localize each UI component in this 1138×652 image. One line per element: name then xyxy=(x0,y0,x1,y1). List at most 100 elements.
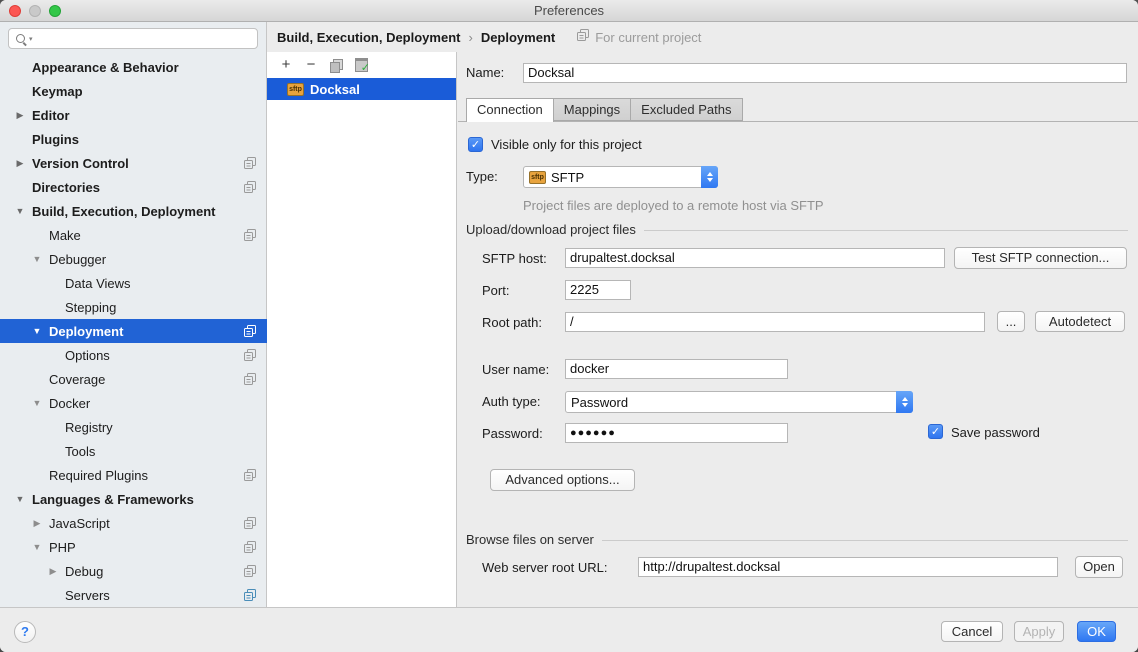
chevron-right-icon[interactable]: ▶ xyxy=(12,110,28,121)
root-path-input[interactable]: / xyxy=(565,312,985,332)
advanced-options-button[interactable]: Advanced options... xyxy=(490,469,635,491)
for-current-project-label: For current project xyxy=(577,29,701,45)
sidebar-item-label: Required Plugins xyxy=(49,468,148,483)
type-select[interactable]: sftp SFTP xyxy=(523,166,718,188)
search-options-chevron-icon[interactable]: ▾ xyxy=(29,35,33,43)
save-password-checkbox[interactable]: ✓ xyxy=(928,424,943,439)
cancel-button[interactable]: Cancel xyxy=(941,621,1003,642)
upload-download-section-header: Upload/download project files xyxy=(466,222,1128,237)
ok-button[interactable]: OK xyxy=(1077,621,1116,642)
tab-excluded-paths[interactable]: Excluded Paths xyxy=(631,98,742,121)
help-button[interactable]: ? xyxy=(14,621,36,643)
chevron-down-icon[interactable]: ▼ xyxy=(12,494,28,504)
select-stepper-icon[interactable] xyxy=(701,166,718,188)
tab-mappings[interactable]: Mappings xyxy=(554,98,631,121)
web-server-root-url-label: Web server root URL: xyxy=(482,558,607,578)
chevron-down-icon[interactable]: ▼ xyxy=(29,326,45,336)
type-hint: Project files are deployed to a remote h… xyxy=(523,198,824,213)
sidebar-item-registry[interactable]: Registry xyxy=(0,415,267,439)
sidebar-item-options[interactable]: Options xyxy=(0,343,267,367)
search-input[interactable]: ▾ xyxy=(8,28,258,49)
sidebar-item-keymap[interactable]: Keymap xyxy=(0,79,267,103)
list-item-docksal[interactable]: sftpDocksal xyxy=(267,78,456,100)
save-password-label: Save password xyxy=(951,423,1040,443)
sidebar-item-label: PHP xyxy=(49,540,76,555)
breadcrumb-separator-icon: › xyxy=(468,30,472,45)
sftp-icon: sftp xyxy=(287,83,304,96)
sidebar-item-label: Debug xyxy=(65,564,103,579)
sidebar-item-languages-frameworks[interactable]: ▼ Languages & Frameworks xyxy=(0,487,267,511)
sidebar-item-label: Languages & Frameworks xyxy=(32,492,194,507)
add-button[interactable]: + xyxy=(279,58,293,72)
chevron-down-icon[interactable]: ▼ xyxy=(12,206,28,216)
sidebar-item-debugger[interactable]: ▼Debugger xyxy=(0,247,267,271)
sidebar-item-javascript[interactable]: ▶ JavaScript xyxy=(0,511,267,535)
sftp-icon: sftp xyxy=(529,171,546,184)
password-input[interactable]: ●●●●●● xyxy=(565,423,788,443)
port-label: Port: xyxy=(482,281,509,301)
sidebar-item-stepping[interactable]: Stepping xyxy=(0,295,267,319)
sidebar-item-deployment[interactable]: ▼ Deployment xyxy=(0,319,267,343)
sidebar-item-label: Plugins xyxy=(32,132,79,147)
section-rule xyxy=(644,230,1128,231)
sidebar-item-label: JavaScript xyxy=(49,516,110,531)
sidebar-item-label: Appearance & Behavior xyxy=(32,60,179,75)
project-icon xyxy=(244,373,257,386)
browse-root-path-button[interactable]: ... xyxy=(997,311,1025,332)
breadcrumb-section[interactable]: Build, Execution, Deployment xyxy=(277,30,460,45)
sidebar-item-label: Directories xyxy=(32,180,100,195)
auth-type-select[interactable]: Password xyxy=(565,391,913,413)
sidebar-item-tools[interactable]: Tools xyxy=(0,439,267,463)
use-as-default-button[interactable] xyxy=(354,58,368,72)
apply-button: Apply xyxy=(1014,621,1064,642)
chevron-down-icon[interactable]: ▼ xyxy=(29,254,45,264)
sidebar-item-docker[interactable]: ▼ Docker xyxy=(0,391,267,415)
sidebar-item-label: Docker xyxy=(49,396,90,411)
preferences-window: Preferences ▾ Appearance & Behavior Keyma… xyxy=(0,0,1138,652)
chevron-right-icon[interactable]: ▶ xyxy=(29,518,45,529)
chevron-right-icon[interactable]: ▶ xyxy=(12,158,28,169)
chevron-right-icon[interactable]: ▶ xyxy=(45,566,61,577)
select-stepper-icon[interactable] xyxy=(896,391,913,413)
open-button[interactable]: Open xyxy=(1075,556,1123,578)
test-sftp-connection-button[interactable]: Test SFTP connection... xyxy=(954,247,1127,269)
use-as-default-icon xyxy=(354,58,368,72)
copy-button[interactable] xyxy=(329,58,343,72)
chevron-down-icon[interactable]: ▼ xyxy=(29,542,45,552)
sidebar-item-servers[interactable]: Servers xyxy=(0,583,267,607)
tab-connection[interactable]: Connection xyxy=(466,98,554,122)
sidebar-item-required-plugins[interactable]: Required Plugins xyxy=(0,463,267,487)
remove-button[interactable]: − xyxy=(304,58,318,72)
copy-icon xyxy=(330,59,343,72)
sidebar-item-version-control[interactable]: ▶Version Control xyxy=(0,151,267,175)
settings-sidebar: ▾ Appearance & Behavior Keymap▶Editor Plug… xyxy=(0,22,267,607)
sidebar-item-php[interactable]: ▼ PHP xyxy=(0,535,267,559)
sidebar-item-plugins[interactable]: Plugins xyxy=(0,127,267,151)
project-icon xyxy=(244,349,257,362)
sidebar-item-make[interactable]: Make xyxy=(0,223,267,247)
sidebar-item-appearance-behavior[interactable]: Appearance & Behavior xyxy=(0,55,267,79)
web-server-root-url-input[interactable]: http://drupaltest.docksal xyxy=(638,557,1058,577)
visible-only-checkbox[interactable]: ✓ xyxy=(468,137,483,152)
user-name-input[interactable]: docker xyxy=(565,359,788,379)
name-input[interactable]: Docksal xyxy=(523,63,1127,83)
autodetect-button[interactable]: Autodetect xyxy=(1035,311,1125,332)
sidebar-item-debug[interactable]: ▶ Debug xyxy=(0,559,267,583)
sidebar-item-label: Deployment xyxy=(49,324,123,339)
server-list: sftpDocksal xyxy=(267,78,456,100)
window-title: Preferences xyxy=(0,3,1138,18)
sidebar-item-label: Make xyxy=(49,228,81,243)
sidebar-item-directories[interactable]: Directories xyxy=(0,175,267,199)
project-icon xyxy=(244,565,257,578)
sidebar-item-data-views[interactable]: Data Views xyxy=(0,271,267,295)
sidebar-item-editor[interactable]: ▶Editor xyxy=(0,103,267,127)
sftp-host-input[interactable]: drupaltest.docksal xyxy=(565,248,945,268)
sidebar-item-build-execution-deployment[interactable]: ▼Build, Execution, Deployment xyxy=(0,199,267,223)
section-rule xyxy=(602,540,1128,541)
type-label: Type: xyxy=(466,167,498,187)
sidebar-item-coverage[interactable]: Coverage xyxy=(0,367,267,391)
project-icon xyxy=(244,469,257,482)
tab-bar: ConnectionMappingsExcluded Paths xyxy=(466,98,743,122)
port-input[interactable]: 2225 xyxy=(565,280,631,300)
chevron-down-icon[interactable]: ▼ xyxy=(29,398,45,408)
